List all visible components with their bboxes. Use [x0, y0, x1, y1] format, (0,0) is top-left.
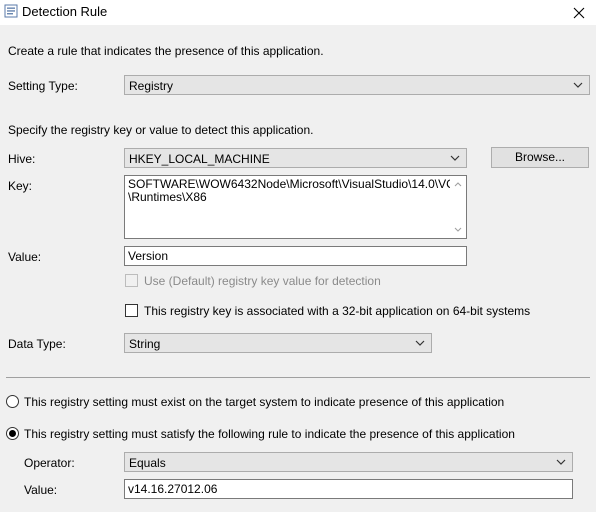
rule-value-label: Value: [24, 483, 58, 497]
data-type-value: String [129, 337, 161, 351]
operator-label: Operator: [24, 456, 75, 470]
value-label: Value: [8, 250, 42, 264]
setting-type-select[interactable]: Registry [124, 75, 590, 95]
browse-button[interactable]: Browse... [491, 147, 589, 168]
radio-must-satisfy[interactable] [6, 427, 19, 440]
data-type-label: Data Type: [8, 337, 66, 351]
radio-selected-dot [9, 430, 16, 437]
hive-select[interactable]: HKEY_LOCAL_MACHINE [124, 148, 467, 168]
key-line-2: \Runtimes\X86 [128, 190, 207, 204]
radio-must-exist-label: This registry setting must exist on the … [24, 395, 505, 409]
key-text: SOFTWARE\WOW6432Node\Microsoft\VisualStu… [128, 178, 455, 204]
setting-type-value: Registry [129, 79, 174, 93]
setting-type-label: Setting Type: [8, 79, 78, 93]
intro-text: Create a rule that indicates the presenc… [8, 44, 324, 58]
close-icon[interactable] [573, 7, 585, 19]
close-button[interactable] [562, 0, 596, 25]
data-type-select[interactable]: String [124, 333, 432, 353]
rule-value-text: v14.16.27012.06 [128, 482, 218, 496]
bit32-checkbox[interactable] [125, 304, 138, 317]
chevron-down-icon [556, 459, 566, 465]
bit32-label: This registry key is associated with a 3… [144, 304, 531, 318]
operator-select[interactable]: Equals [124, 452, 573, 472]
window-title: Detection Rule [22, 4, 108, 19]
use-default-checkbox[interactable] [125, 274, 138, 287]
chevron-down-icon [450, 155, 460, 161]
radio-must-satisfy-label: This registry setting must satisfy the f… [24, 427, 515, 441]
value-text: Version [128, 249, 169, 263]
value-field[interactable]: Version [124, 246, 467, 266]
hive-label: Hive: [8, 152, 36, 166]
chevron-down-icon [573, 82, 583, 88]
operator-value: Equals [129, 456, 166, 470]
rule-value-field[interactable]: v14.16.27012.06 [124, 479, 573, 499]
key-label: Key: [8, 179, 33, 193]
key-scrollbar[interactable] [450, 176, 466, 238]
key-field[interactable]: SOFTWARE\WOW6432Node\Microsoft\VisualStu… [124, 175, 467, 239]
use-default-label: Use (Default) registry key value for det… [144, 274, 381, 288]
registry-intro-text: Specify the registry key or value to det… [8, 123, 314, 137]
hive-value: HKEY_LOCAL_MACHINE [129, 152, 270, 166]
app-icon [4, 4, 18, 18]
separator [6, 377, 590, 378]
scroll-up-icon[interactable] [454, 181, 462, 187]
chevron-down-icon [415, 340, 425, 346]
scroll-down-icon[interactable] [454, 227, 462, 233]
radio-must-exist[interactable] [6, 395, 19, 408]
title-bar: Detection Rule [0, 0, 596, 25]
